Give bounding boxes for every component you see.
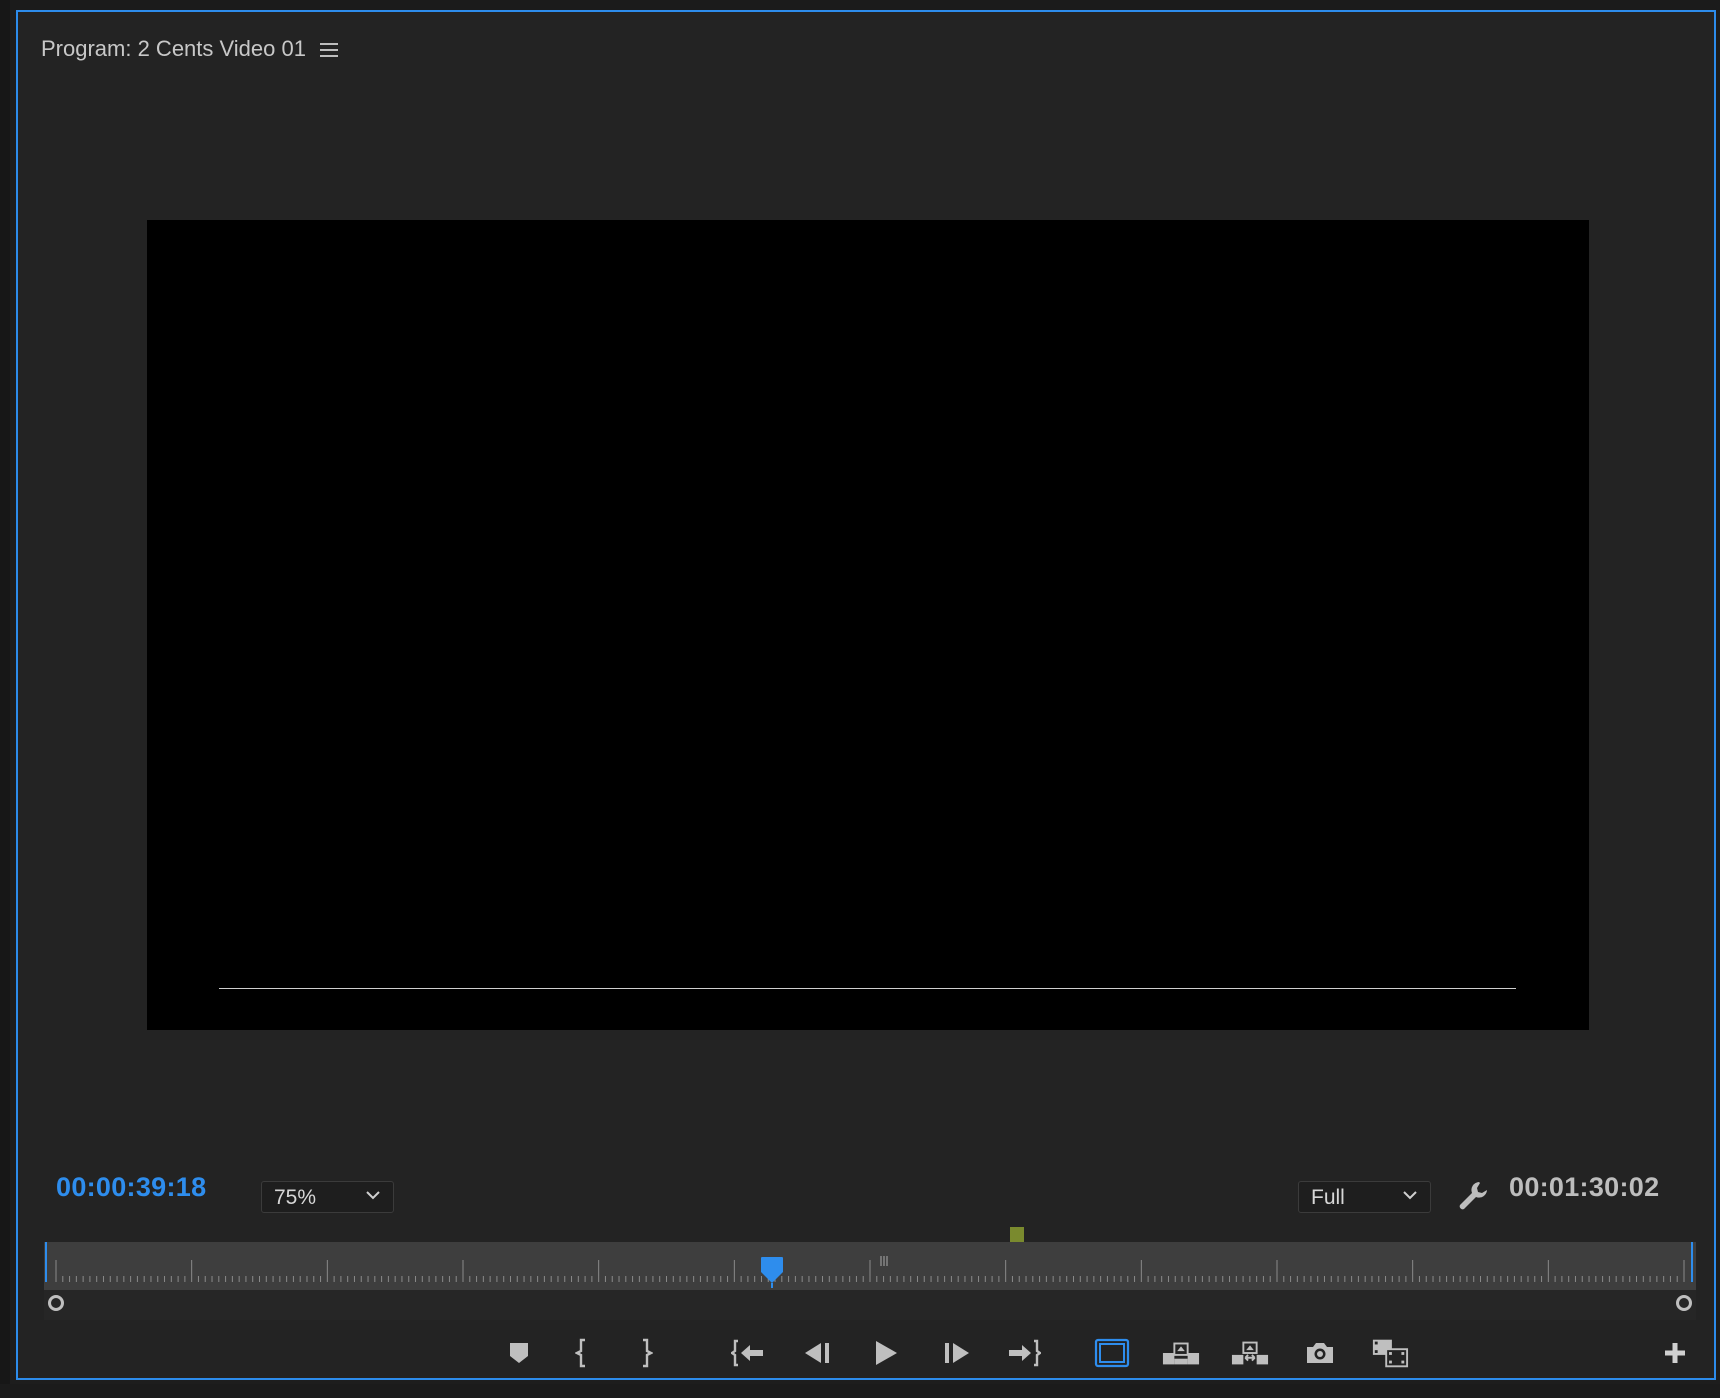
playhead[interactable] (760, 1256, 784, 1288)
play-icon (876, 1341, 897, 1365)
comparison-view-icon (1372, 1339, 1409, 1368)
export-frame-button[interactable] (1301, 1334, 1339, 1372)
go-to-in-button[interactable] (729, 1334, 767, 1372)
extract-icon (1231, 1341, 1269, 1365)
duration-timecode: 00:01:30:02 (1509, 1172, 1660, 1202)
zoom-level-value: 75% (274, 1186, 317, 1209)
chevron-down-icon (1403, 1191, 1417, 1200)
lift-button[interactable] (1162, 1334, 1200, 1372)
top-edge (0, 0, 1720, 10)
time-ruler[interactable] (44, 1242, 1696, 1290)
video-preview[interactable] (147, 220, 1589, 1030)
plus-icon (1665, 1343, 1685, 1363)
hamburger-menu-icon[interactable] (320, 42, 338, 58)
safe-margins-icon (1094, 1338, 1130, 1368)
play-button[interactable] (867, 1334, 905, 1372)
extract-button[interactable] (1231, 1334, 1269, 1372)
current-timecode[interactable]: 00:00:39:18 (56, 1172, 206, 1203)
video-content-line (219, 988, 1516, 989)
step-back-button[interactable] (798, 1334, 836, 1372)
zoom-handle-left[interactable] (48, 1295, 64, 1311)
mark-in-icon (575, 1338, 585, 1368)
mark-out-button[interactable] (627, 1334, 665, 1372)
playback-resolution-select[interactable]: Full (1298, 1181, 1431, 1213)
camera-icon (1307, 1343, 1333, 1363)
time-ruler-ticks (45, 1242, 1693, 1282)
step-back-icon (805, 1343, 829, 1363)
zoom-handle-right[interactable] (1676, 1295, 1692, 1311)
marker-icon (510, 1343, 528, 1363)
go-to-out-button[interactable] (1005, 1334, 1043, 1372)
bottom-edge (0, 1384, 1720, 1398)
wrench-icon[interactable] (1455, 1178, 1491, 1214)
add-marker-button[interactable] (500, 1334, 538, 1372)
go-to-in-icon (731, 1339, 763, 1367)
panel-title[interactable]: Program: 2 Cents Video 01 (41, 36, 306, 62)
lift-icon (1162, 1342, 1200, 1365)
go-to-out-icon (1009, 1339, 1041, 1367)
step-forward-icon (945, 1343, 969, 1363)
safe-margins-button[interactable] (1093, 1334, 1131, 1372)
program-monitor-panel: Program: 2 Cents Video 01 00:00:39:18 75… (16, 10, 1716, 1380)
left-edge (0, 0, 10, 1398)
zoom-scroll-bar[interactable] (44, 1290, 1696, 1320)
step-forward-button[interactable] (938, 1334, 976, 1372)
mark-in-button[interactable] (563, 1334, 601, 1372)
comparison-view-button[interactable] (1371, 1334, 1409, 1372)
zoom-level-select[interactable]: 75% (261, 1181, 394, 1213)
playback-resolution-value: Full (1311, 1186, 1345, 1209)
chevron-down-icon (366, 1191, 380, 1200)
button-editor-button[interactable] (1658, 1336, 1692, 1370)
mark-out-icon (643, 1338, 653, 1368)
